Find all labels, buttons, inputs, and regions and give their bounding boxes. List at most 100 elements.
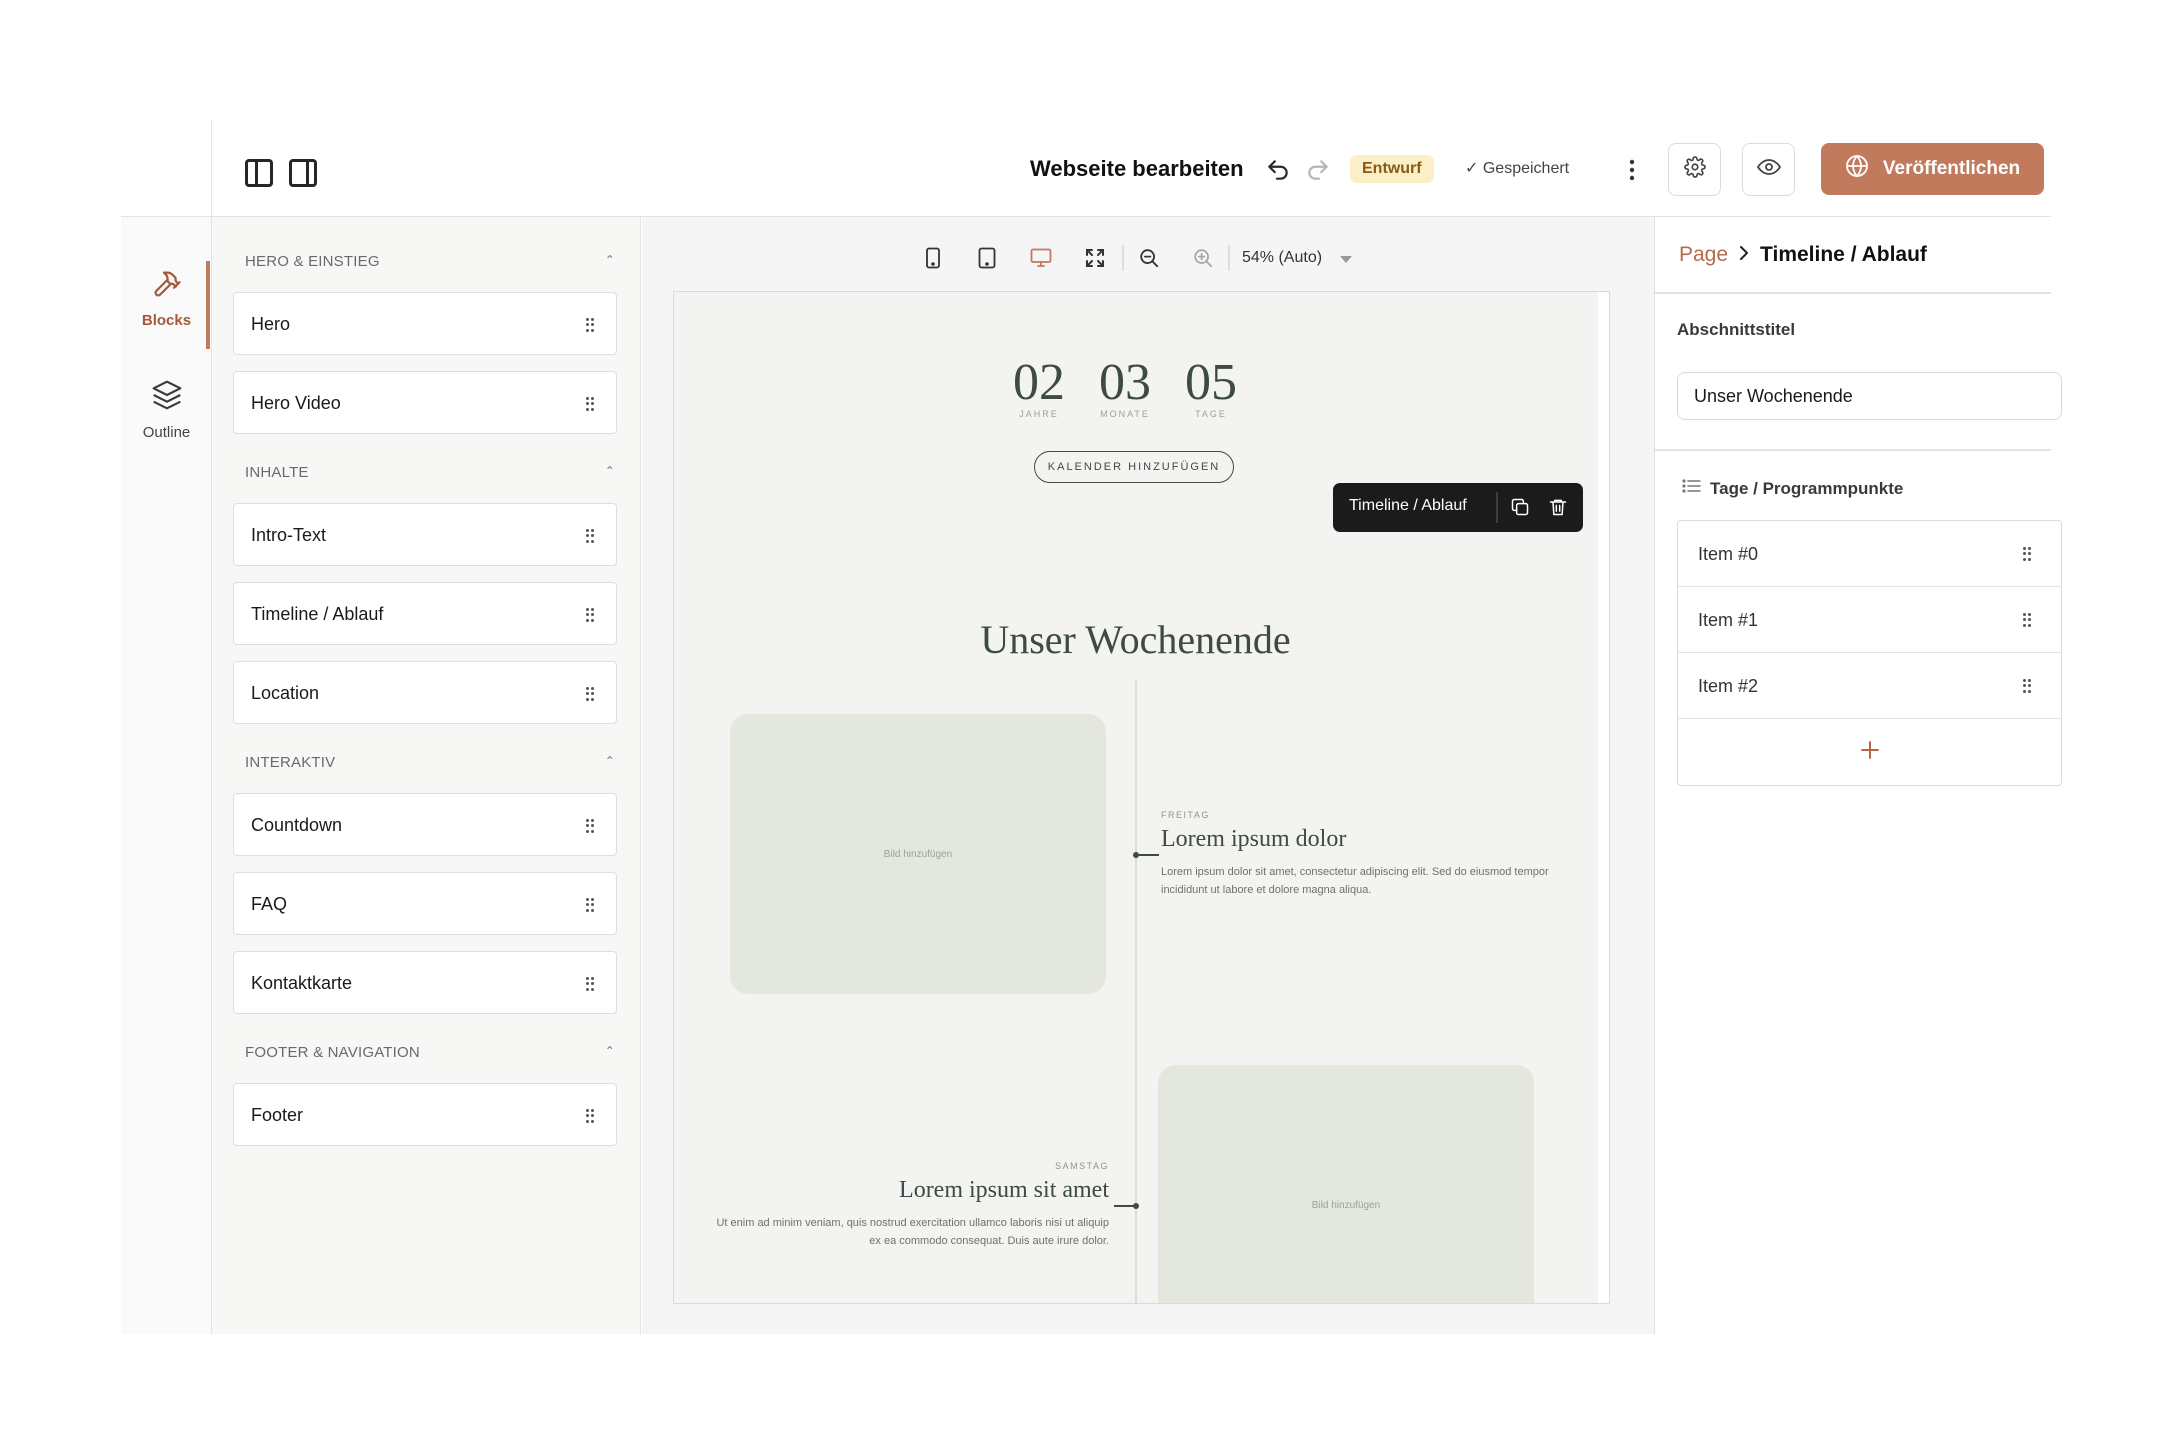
- preview-button[interactable]: [1742, 143, 1795, 196]
- settings-button[interactable]: [1668, 143, 1721, 196]
- top-bar: Webseite bearbeiten Entwurf ✓ Gespeicher…: [121, 121, 2051, 217]
- mobile-device-icon[interactable]: [918, 243, 948, 273]
- drag-handle-icon[interactable]: [586, 687, 594, 701]
- breadcrumb-page-link[interactable]: Page: [1679, 243, 1728, 267]
- items-list-label: Tage / Programmpunkte: [1710, 478, 1904, 498]
- block-label: Location: [251, 683, 320, 703]
- globe-icon: [1845, 154, 1869, 184]
- tablet-device-icon[interactable]: [972, 243, 1002, 273]
- image-placeholder-label: Bild hinzufügen: [883, 848, 953, 860]
- category-footer[interactable]: FOOTER & NAVIGATION ⌃: [245, 1044, 621, 1061]
- rail-header: [121, 121, 212, 217]
- desktop-device-icon[interactable]: [1026, 243, 1056, 273]
- redo-icon[interactable]: [1303, 155, 1333, 185]
- left-rail: Blocks Outline: [121, 217, 212, 1334]
- block-item-timeline[interactable]: Timeline / Ablauf: [233, 582, 617, 645]
- canvas-area: 54% (Auto) 02 JAHRE 03 MONATE 05 TAGE KA…: [642, 217, 1655, 1334]
- category-inhalte[interactable]: INHALTE ⌃: [245, 464, 621, 481]
- status-badge: Entwurf: [1350, 155, 1434, 183]
- list-item[interactable]: Item #0: [1678, 521, 2061, 587]
- image-placeholder[interactable]: Bild hinzufügen: [1158, 1065, 1534, 1303]
- chevron-down-icon[interactable]: [1340, 256, 1352, 263]
- block-item-intro-text[interactable]: Intro-Text: [233, 503, 617, 566]
- category-hero[interactable]: HERO & EINSTIEG ⌃: [245, 253, 621, 270]
- drag-handle-icon[interactable]: [586, 977, 594, 991]
- drag-handle-icon[interactable]: [586, 318, 594, 332]
- zoom-in-icon[interactable]: [1188, 243, 1218, 273]
- timeline-line: [1135, 680, 1137, 1303]
- zoom-level-select[interactable]: 54% (Auto): [1242, 249, 1322, 267]
- items-list: Item #0 Item #1 Item #2: [1677, 520, 2062, 786]
- list-item[interactable]: Item #2: [1678, 653, 2061, 719]
- fullscreen-icon[interactable]: [1080, 243, 1110, 273]
- drag-handle-icon[interactable]: [586, 397, 594, 411]
- drag-handle-icon[interactable]: [586, 529, 594, 543]
- rail-tab-label: Outline: [142, 424, 191, 441]
- drag-handle-icon[interactable]: [2023, 547, 2031, 561]
- block-item-hero[interactable]: Hero: [233, 292, 617, 355]
- eye-icon: [1756, 155, 1781, 184]
- drag-handle-icon[interactable]: [586, 608, 594, 622]
- block-label: Countdown: [251, 815, 343, 835]
- publish-button[interactable]: Veröffentlichen: [1821, 143, 2044, 195]
- timeline-event-saturday[interactable]: SAMSTAG Lorem ipsum sit amet Ut enim ad …: [704, 1161, 1109, 1250]
- chevron-up-icon[interactable]: ⌃: [605, 754, 615, 768]
- add-item-button[interactable]: [1678, 719, 2061, 785]
- timeline-connector: [1139, 854, 1159, 856]
- block-label: Timeline / Ablauf: [251, 604, 384, 624]
- countdown-unit-years: 02 JAHRE: [1004, 355, 1074, 420]
- event-title: Lorem ipsum dolor: [1161, 826, 1347, 852]
- toolbar-divider: [1228, 245, 1230, 271]
- trash-icon[interactable]: [1544, 493, 1572, 521]
- timeline-dot: [1133, 1203, 1139, 1209]
- chevron-up-icon[interactable]: ⌃: [605, 253, 615, 267]
- duplicate-icon[interactable]: [1506, 493, 1534, 521]
- list-item[interactable]: Item #1: [1678, 587, 2061, 653]
- chevron-up-icon[interactable]: ⌃: [605, 464, 615, 478]
- drag-handle-icon[interactable]: [586, 819, 594, 833]
- event-day: FREITAG: [1161, 810, 1210, 820]
- zoom-out-icon[interactable]: [1134, 243, 1164, 273]
- rail-tab-blocks[interactable]: Blocks: [121, 269, 212, 329]
- countdown-unit-days: 05 TAGE: [1176, 354, 1246, 420]
- section-title-input[interactable]: [1677, 372, 2062, 420]
- drag-handle-icon[interactable]: [586, 1109, 594, 1123]
- canvas-toolbar: 54% (Auto): [642, 243, 1654, 273]
- page-preview[interactable]: 02 JAHRE 03 MONATE 05 TAGE KALENDER HINZ…: [673, 291, 1610, 1304]
- block-item-countdown[interactable]: Countdown: [233, 793, 617, 856]
- drag-handle-icon[interactable]: [586, 898, 594, 912]
- countdown-block[interactable]: 02 JAHRE 03 MONATE 05 TAGE: [674, 355, 1597, 435]
- undo-icon[interactable]: [1263, 155, 1293, 185]
- editor-app: Webseite bearbeiten Entwurf ✓ Gespeicher…: [121, 121, 2062, 1334]
- block-label: Hero: [251, 314, 291, 334]
- block-label: Kontaktkarte: [251, 973, 353, 993]
- block-item-hero-video[interactable]: Hero Video: [233, 371, 617, 434]
- toolbar-divider: [1496, 492, 1498, 523]
- rail-tab-outline[interactable]: Outline: [121, 379, 212, 441]
- selected-block-label: Timeline / Ablauf: [1349, 497, 1467, 514]
- page-title: Webseite bearbeiten: [1030, 156, 1244, 181]
- toggle-left-panel-icon[interactable]: [245, 159, 273, 187]
- add-to-calendar-button[interactable]: KALENDER HINZUFÜGEN: [1034, 451, 1234, 483]
- block-floating-toolbar: Timeline / Ablauf: [1333, 483, 1583, 532]
- block-label: FAQ: [251, 894, 288, 914]
- block-item-footer[interactable]: Footer: [233, 1083, 617, 1146]
- preview-scrollbar[interactable]: [1598, 292, 1609, 1303]
- save-status: ✓ Gespeichert: [1465, 160, 1570, 177]
- image-placeholder[interactable]: Bild hinzufügen: [730, 714, 1106, 994]
- chevron-up-icon[interactable]: ⌃: [605, 1044, 615, 1058]
- toggle-right-panel-icon[interactable]: [289, 159, 317, 187]
- drag-handle-icon[interactable]: [2023, 679, 2031, 693]
- timeline-event-friday[interactable]: FREITAG Lorem ipsum dolor Lorem ipsum do…: [1161, 810, 1566, 899]
- countdown-value: 05: [1185, 354, 1237, 411]
- block-item-kontaktkarte[interactable]: Kontaktkarte: [233, 951, 617, 1014]
- block-label: Hero Video: [251, 393, 341, 413]
- block-item-faq[interactable]: FAQ: [233, 872, 617, 935]
- drag-handle-icon[interactable]: [2023, 613, 2031, 627]
- timeline-section-title[interactable]: Unser Wochenende: [674, 616, 1597, 663]
- category-interaktiv[interactable]: INTERAKTIV ⌃: [245, 754, 621, 771]
- block-item-location[interactable]: Location: [233, 661, 617, 724]
- timeline-connector: [1114, 1205, 1134, 1207]
- gear-icon: [1683, 156, 1706, 183]
- more-menu-icon[interactable]: [1617, 155, 1647, 185]
